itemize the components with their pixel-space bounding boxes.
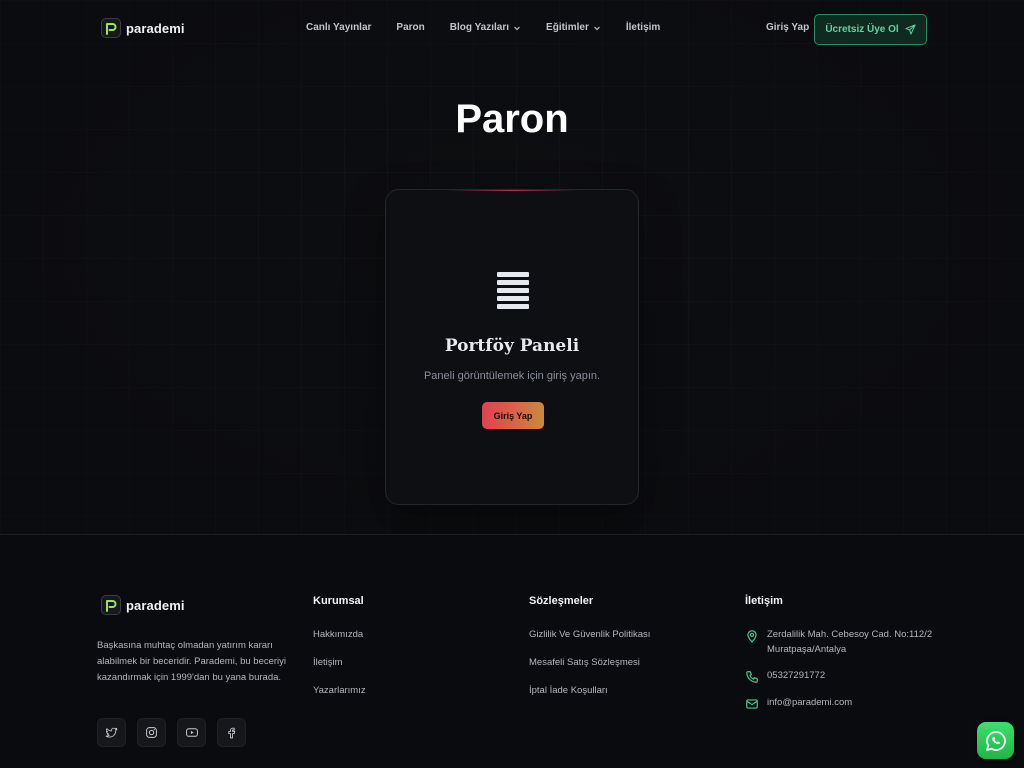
mail-icon [746,699,758,710]
nav-item-blog-yazilari[interactable]: Blog Yazıları [450,22,521,33]
footer-link-iletisim[interactable]: İletişim [313,657,366,668]
facebook-link[interactable] [217,718,246,747]
phone-text: 05327291772 [767,670,826,682]
stacked-bars-icon [497,272,529,318]
nav-item-label: İletişim [625,22,661,33]
instagram-link[interactable] [137,718,166,747]
footer-link-gizlilik[interactable]: Gizlilik Ve Güvenlik Politikası [529,629,650,640]
top-navigation: parademi Canlı Yayınlar Paron Blog Yazıl… [0,0,1024,58]
youtube-link[interactable] [177,718,206,747]
portfolio-panel-card: Portföy Paneli Paneli görüntülemek için … [385,189,639,505]
footer: parademi Başkasına muhtaç olmadan yatırı… [0,534,1024,768]
nav-item-canli-yayinlar[interactable]: Canlı Yayınlar [306,22,371,33]
footer-column-kurumsal: Kurumsal Hakkımızda İletişim Yazarlarımı… [313,595,366,713]
send-icon [905,24,916,35]
nav-item-paron[interactable]: Paron [396,22,424,33]
login-link[interactable]: Giriş Yap [766,22,809,33]
facebook-icon [228,727,236,739]
footer-link-iptal-iade[interactable]: İptal İade Koşulları [529,685,650,696]
chevron-down-icon [514,26,520,30]
nav-item-label: Blog Yazıları [449,22,510,33]
footer-column-sozlesmeler: Sözleşmeler Gizlilik Ve Güvenlik Politik… [529,595,650,713]
social-links [97,718,246,747]
page: parademi Canlı Yayınlar Paron Blog Yazıl… [0,0,1024,768]
footer-brand-logo[interactable]: parademi [101,595,185,615]
address-text: Zerdalilik Mah. Cebesoy Cad. No:112/2 Mu… [767,629,933,656]
twitter-link[interactable] [97,718,126,747]
whatsapp-button[interactable] [977,722,1014,759]
brand-name: parademi [126,20,185,36]
email-text: info@parademi.com [767,697,853,709]
logo-icon [101,595,121,615]
contact-email[interactable]: info@parademi.com [745,695,935,711]
twitter-icon [105,727,118,738]
footer-link-yazarlarimiz[interactable]: Yazarlarımız [313,685,366,696]
signup-label: Ücretsiz Üye Ol [825,24,899,35]
contact-phone[interactable]: 05327291772 [745,668,935,684]
card-description: Paneli görüntülemek için giriş yapın. [423,370,601,382]
footer-column-title: Kurumsal [313,595,364,607]
card-title: Portföy Paneli [444,336,580,356]
nav-item-egitimler[interactable]: Eğitimler [546,22,601,33]
location-pin-icon [747,630,757,643]
nav-links: Canlı Yayınlar Paron Blog Yazıları Eğiti… [306,22,685,33]
nav-item-label: Paron [396,22,425,33]
footer-column-title: İletişim [745,595,783,607]
youtube-icon [185,728,198,737]
footer-link-mesafeli-satis[interactable]: Mesafeli Satış Sözleşmesi [529,657,650,668]
footer-column-iletisim: İletişim Zerdalilik Mah. Cebesoy Cad. No… [745,595,935,722]
footer-column-title: Sözleşmeler [529,595,594,607]
logo-icon [101,18,121,38]
footer-link-hakkimizda[interactable]: Hakkımızda [313,629,366,640]
instagram-icon [146,727,157,738]
chevron-down-icon [593,26,600,30]
brand-name: parademi [126,597,185,613]
phone-icon [746,671,758,684]
contact-address: Zerdalilik Mah. Cebesoy Cad. No:112/2 Mu… [745,627,935,657]
footer-about-text: Başkasına muhtaç olmadan yatırım kararı … [97,640,287,683]
nav-item-label: Canlı Yayınlar [306,22,372,33]
page-title: Paron [455,97,569,141]
signup-button[interactable]: Ücretsiz Üye Ol [814,14,927,45]
card-login-button[interactable]: Giriş Yap [482,402,544,429]
nav-item-label: Eğitimler [546,22,589,33]
brand-logo[interactable]: parademi [101,18,185,38]
nav-item-iletisim[interactable]: İletişim [626,22,660,33]
whatsapp-icon [985,730,1006,751]
